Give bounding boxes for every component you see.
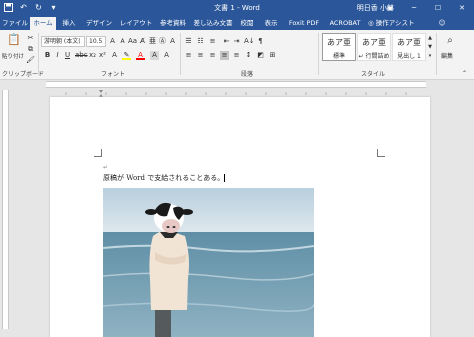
tab-review[interactable]: 校閲 xyxy=(237,17,257,30)
clear-formatting-icon[interactable]: A̸ xyxy=(138,37,147,46)
paste-icon[interactable]: 📋 xyxy=(7,34,21,49)
distributed-icon[interactable]: ≡ xyxy=(232,51,241,60)
style-preview: あア亜 xyxy=(362,38,386,47)
style-name: 標準 xyxy=(332,53,345,60)
tab-insert[interactable]: 挿入 xyxy=(58,17,80,30)
style-preview: あア亜 xyxy=(397,38,421,47)
decrease-indent-icon[interactable]: ⇤ xyxy=(222,37,231,46)
window-controls: ▣ ─ ☐ ✕ xyxy=(378,0,474,16)
editing-button[interactable]: 編集 xyxy=(441,51,453,60)
multilevel-list-icon[interactable]: ≡ xyxy=(208,37,217,46)
horizontal-ruler[interactable] xyxy=(0,80,474,97)
change-case-icon[interactable]: Aa xyxy=(128,37,137,46)
minimize-icon[interactable]: ─ xyxy=(402,0,426,16)
tab-design[interactable]: デザイン xyxy=(83,17,115,30)
font-size-select[interactable]: 10.5 xyxy=(86,36,106,47)
styles-group-label: スタイル xyxy=(361,71,386,78)
character-border-icon[interactable]: A xyxy=(168,37,177,46)
sort-icon[interactable]: A↓ xyxy=(244,37,255,46)
style-heading-1[interactable]: あア亜 見出し 1 xyxy=(392,33,426,61)
style-name: ↵ 行間詰め xyxy=(358,53,390,60)
styles-scroll-down-icon[interactable]: ▼ xyxy=(427,43,433,52)
paragraph-group-label: 段落 xyxy=(241,71,254,78)
italic-icon[interactable]: I xyxy=(53,51,62,60)
character-spacing-icon[interactable]: A xyxy=(162,51,171,60)
cut-icon[interactable]: ✂ xyxy=(26,34,35,43)
tab-layout[interactable]: レイアウト xyxy=(118,17,154,30)
document-text[interactable]: 原稿が Word で支給されることある。 xyxy=(103,173,226,183)
styles-scroll-up-icon[interactable]: ▲ xyxy=(427,34,433,43)
close-icon[interactable]: ✕ xyxy=(450,0,474,16)
tab-acrobat[interactable]: ACROBAT xyxy=(326,17,364,30)
tell-me-label: 操作アシスト xyxy=(375,19,415,27)
divider xyxy=(436,33,437,75)
divider xyxy=(38,33,39,75)
text-effects-icon[interactable]: A xyxy=(110,51,119,60)
bullets-icon[interactable]: ☰ xyxy=(184,37,193,46)
format-painter-icon[interactable]: 🖌 xyxy=(26,56,35,65)
copy-icon[interactable]: ⧉ xyxy=(26,45,35,54)
text-cursor xyxy=(224,174,226,182)
enclose-character-icon[interactable]: Ⓐ xyxy=(158,37,167,46)
font-group-label: フォント xyxy=(101,71,126,78)
bold-icon[interactable]: B xyxy=(43,51,52,60)
ribbon-display-options-icon[interactable]: ▣ xyxy=(378,0,402,16)
divider xyxy=(180,33,181,75)
shrink-font-icon[interactable]: A xyxy=(118,37,127,46)
tab-foxit-pdf[interactable]: Foxit PDF xyxy=(286,17,322,30)
show-marks-icon[interactable]: ¶ xyxy=(256,37,265,46)
vertical-ruler[interactable] xyxy=(0,90,11,329)
font-color-icon[interactable]: A xyxy=(136,51,145,60)
borders-icon[interactable]: ⊞ xyxy=(268,51,277,60)
styles-more-icon[interactable]: ▾ xyxy=(427,52,433,61)
crop-mark xyxy=(377,149,385,157)
tab-mailings[interactable]: 差し込み文書 xyxy=(192,17,234,30)
justify-icon[interactable]: ≡ xyxy=(220,51,229,60)
paste-button[interactable]: 貼り付け xyxy=(2,52,24,60)
underline-icon[interactable]: U xyxy=(63,51,72,60)
grow-font-icon[interactable]: A xyxy=(108,37,117,46)
tab-references[interactable]: 参考資料 xyxy=(157,17,189,30)
align-right-icon[interactable]: ≡ xyxy=(208,51,217,60)
tab-home[interactable]: ホーム xyxy=(30,17,56,30)
paragraph-text: 原稿が Word で支給されることある。 xyxy=(103,174,225,182)
ribbon-tabs: ファイル ホーム 挿入 デザイン レイアウト 参考資料 差し込み文書 校閲 表示… xyxy=(0,16,474,30)
phonetic-guide-icon[interactable]: 亜 xyxy=(148,37,157,46)
center-icon[interactable]: ≡ xyxy=(196,51,205,60)
divider xyxy=(318,33,319,75)
shading-icon[interactable]: ◩ xyxy=(256,51,265,60)
crop-mark xyxy=(94,149,102,157)
strikethrough-icon[interactable]: abc xyxy=(75,51,88,60)
align-left-icon[interactable]: ≡ xyxy=(184,51,193,60)
search-icon[interactable]: ⌕ xyxy=(444,36,456,48)
tab-file[interactable]: ファイル xyxy=(2,17,28,30)
title-bar: ↶ ↻ ▾ 文書 1 - Word 明日香 小林 ▣ ─ ☐ ✕ xyxy=(0,0,474,16)
tell-me-search[interactable]: ◎ 操作アシスト xyxy=(368,17,415,30)
line-spacing-icon[interactable]: ↕ xyxy=(244,51,253,60)
ribbon: 📋 貼り付け ✂ ⧉ 🖌 クリップボード 游明朝 (本文( 10.5 A A A… xyxy=(0,30,474,80)
style-name: 見出し 1 xyxy=(397,53,421,60)
paragraph-mark: ↵ xyxy=(103,164,109,171)
character-shading-icon[interactable]: A xyxy=(150,51,159,60)
style-no-spacing[interactable]: あア亜 ↵ 行間詰め xyxy=(357,33,391,61)
document-page[interactable]: ↵ 原稿が Word で支給されることある。 xyxy=(50,97,430,337)
lightbulb-icon: ◎ xyxy=(368,19,374,27)
font-name-select[interactable]: 游明朝 (本文( xyxy=(41,36,85,47)
style-normal[interactable]: あア亜 標準 xyxy=(322,33,356,61)
ruler-ticks xyxy=(65,90,407,97)
ruler-track xyxy=(2,90,9,329)
maximize-icon[interactable]: ☐ xyxy=(426,0,450,16)
collapse-ribbon-icon[interactable]: ⌃ xyxy=(460,69,469,78)
subscript-icon[interactable]: x₂ xyxy=(88,51,97,60)
ruler-track xyxy=(46,81,426,97)
share-icon[interactable]: ☺ xyxy=(436,17,448,30)
superscript-icon[interactable]: x² xyxy=(98,51,107,60)
tab-view[interactable]: 表示 xyxy=(260,17,282,30)
inserted-photo[interactable] xyxy=(103,188,314,337)
numbering-icon[interactable]: ☷ xyxy=(196,37,205,46)
photo-image xyxy=(103,188,314,337)
style-preview: あア亜 xyxy=(327,38,351,47)
highlight-color-icon[interactable]: ✎ xyxy=(122,51,131,60)
increase-indent-icon[interactable]: ⇥ xyxy=(232,37,241,46)
